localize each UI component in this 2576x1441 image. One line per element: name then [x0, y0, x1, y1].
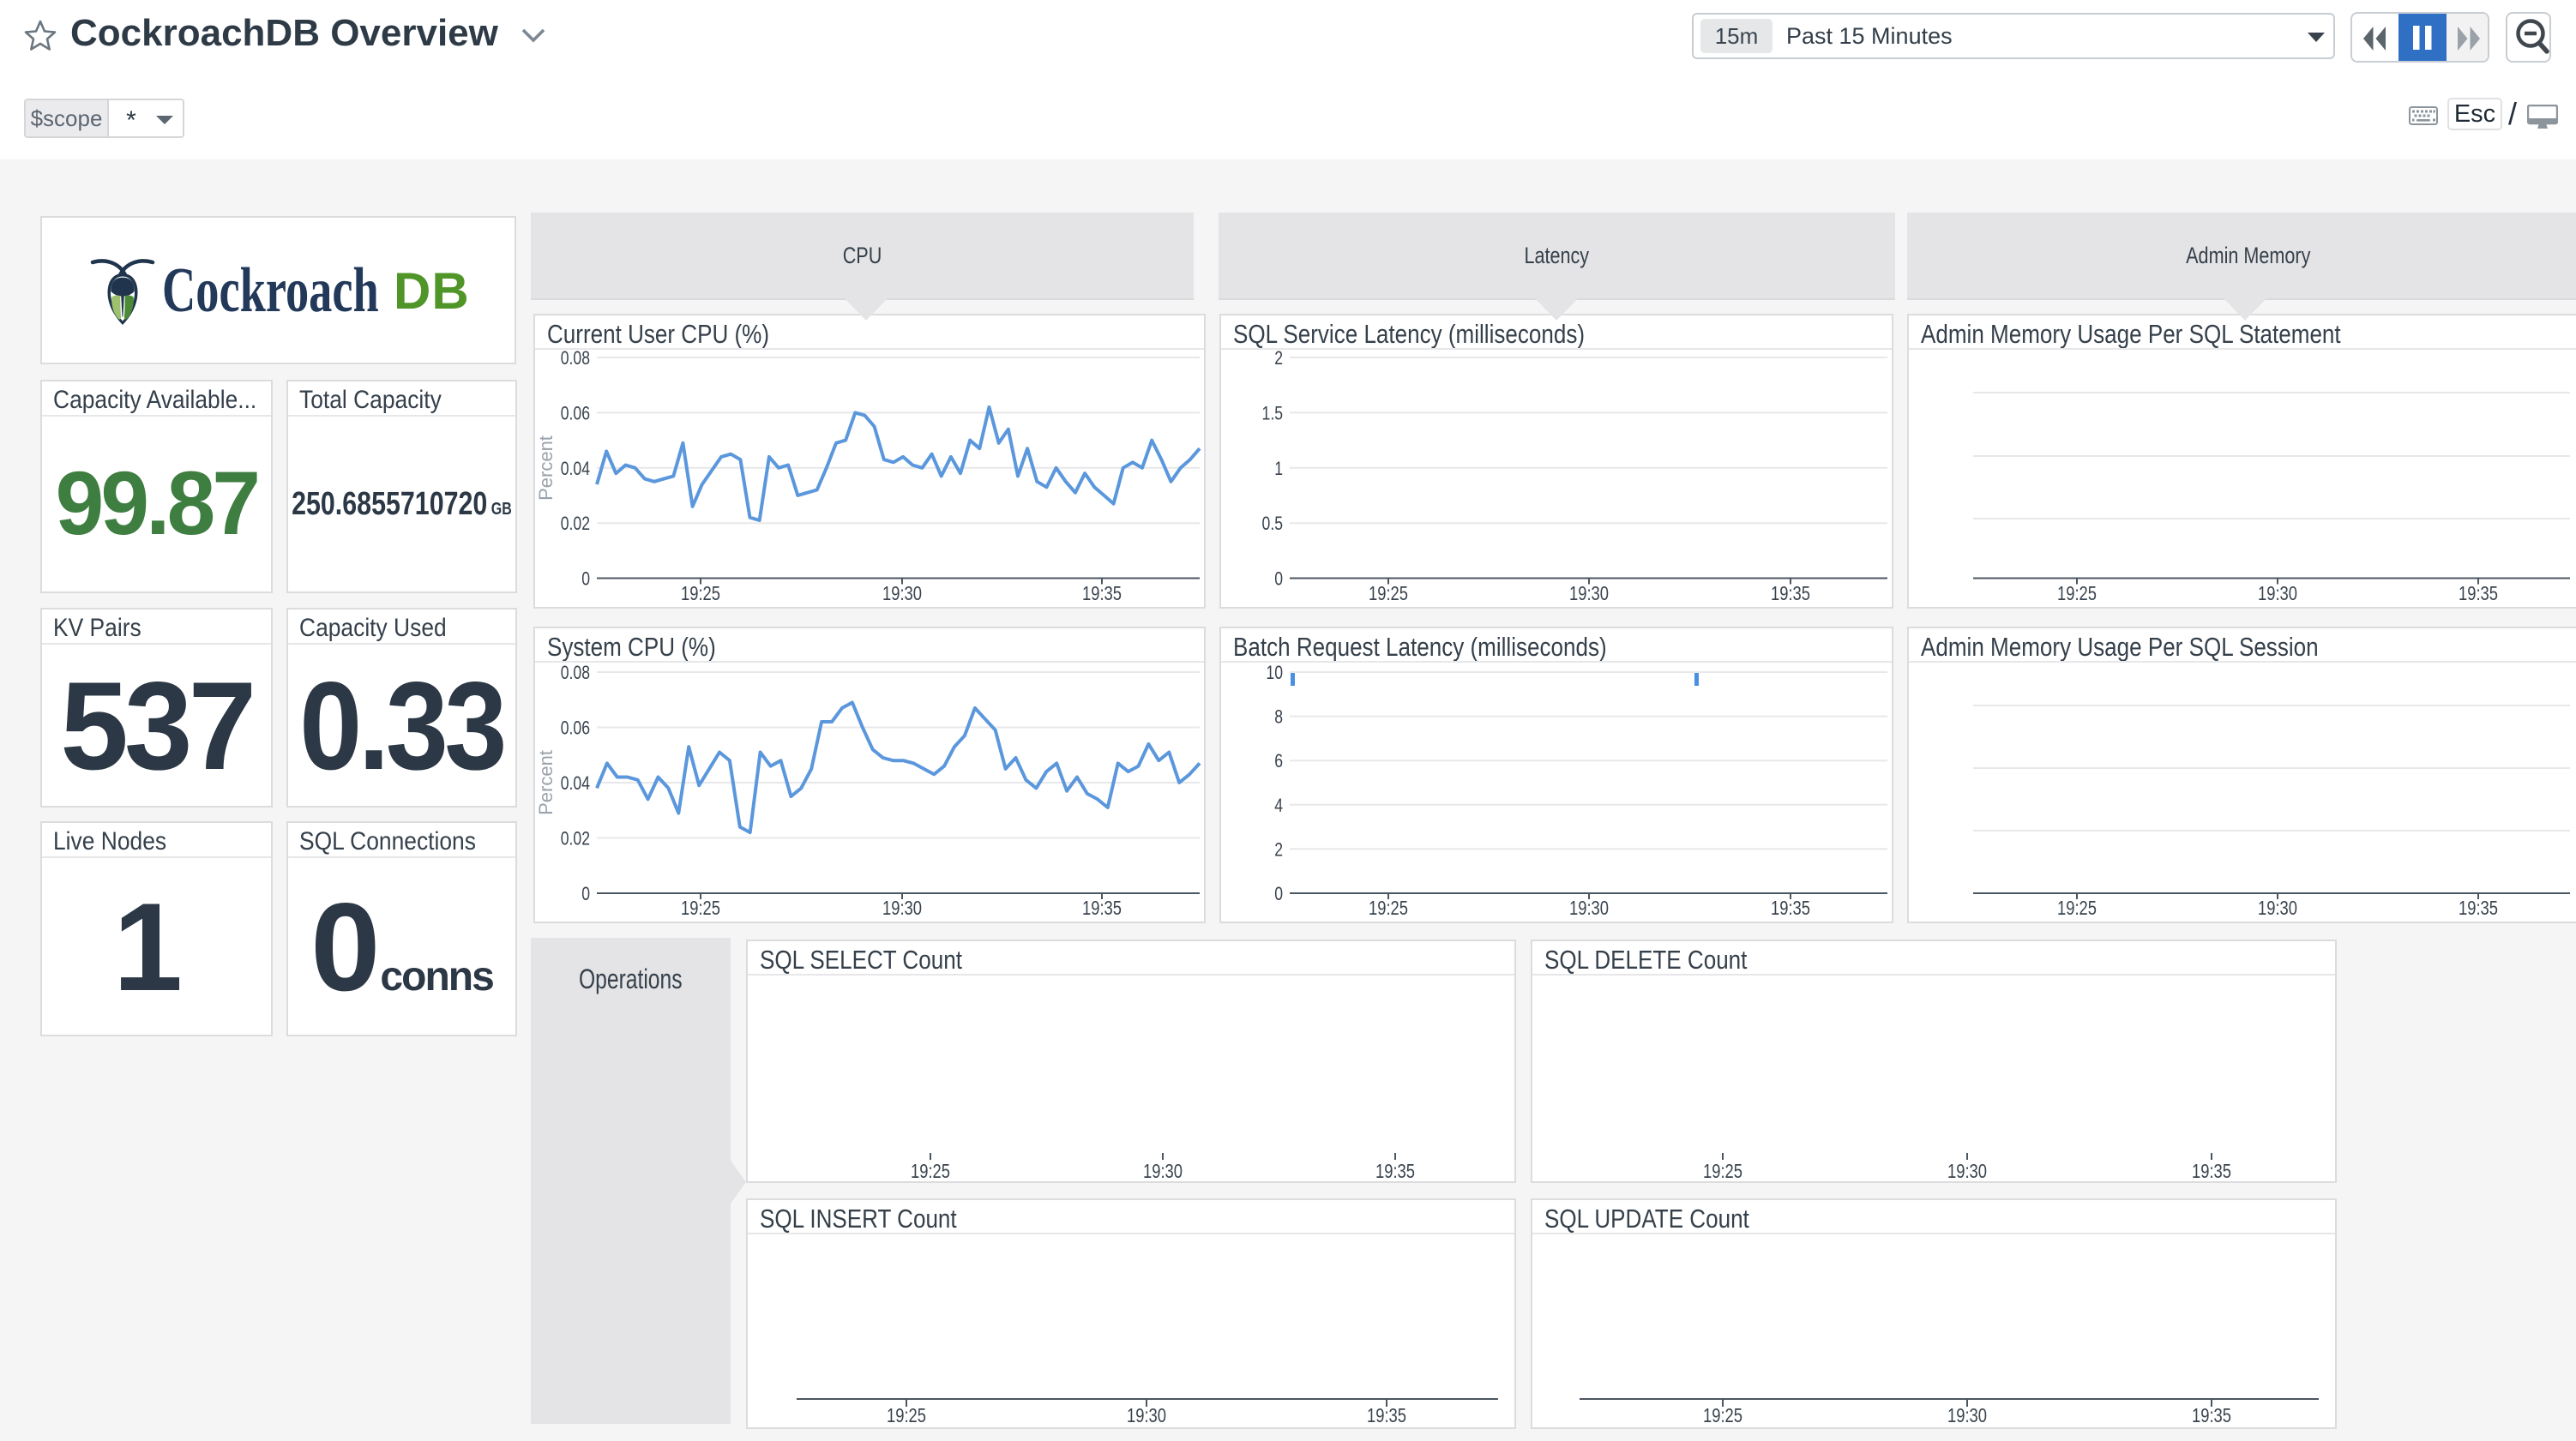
- svg-text:Percent: Percent: [535, 750, 557, 815]
- svg-text:0: 0: [581, 884, 590, 904]
- svg-text:19:35: 19:35: [1082, 583, 1122, 604]
- svg-text:DB: DB: [394, 262, 470, 320]
- svg-text:19:25: 19:25: [2057, 583, 2097, 604]
- svg-text:0.02: 0.02: [561, 829, 590, 850]
- svg-text:19:30: 19:30: [1569, 583, 1609, 604]
- svg-text:19:35: 19:35: [1367, 1405, 1406, 1426]
- svg-text:19:25: 19:25: [681, 583, 720, 604]
- svg-text:0.08: 0.08: [561, 348, 590, 369]
- svg-text:19:30: 19:30: [882, 583, 922, 604]
- svg-text:19:30: 19:30: [1947, 1405, 1987, 1426]
- svg-text:19:30: 19:30: [882, 898, 922, 919]
- svg-text:8: 8: [1274, 707, 1283, 728]
- svg-text:0.08: 0.08: [561, 663, 590, 683]
- svg-text:19:35: 19:35: [2459, 583, 2498, 604]
- svg-text:0.06: 0.06: [561, 404, 590, 424]
- svg-text:19:25: 19:25: [1369, 898, 1408, 919]
- svg-text:1: 1: [1274, 459, 1283, 479]
- svg-text:4: 4: [1274, 796, 1283, 816]
- svg-text:Cockroach: Cockroach: [162, 257, 379, 326]
- svg-text:19:25: 19:25: [1703, 1161, 1742, 1182]
- svg-text:6: 6: [1274, 751, 1283, 772]
- svg-text:19:25: 19:25: [681, 898, 720, 919]
- svg-text:19:35: 19:35: [1082, 898, 1122, 919]
- svg-text:19:25: 19:25: [2057, 898, 2097, 919]
- svg-text:19:30: 19:30: [1569, 898, 1609, 919]
- svg-text:19:35: 19:35: [2459, 898, 2498, 919]
- svg-text:19:35: 19:35: [2192, 1405, 2231, 1426]
- svg-text:19:25: 19:25: [887, 1405, 926, 1426]
- svg-text:0.06: 0.06: [561, 718, 590, 739]
- svg-text:19:25: 19:25: [1703, 1405, 1742, 1426]
- svg-text:19:30: 19:30: [2258, 583, 2297, 604]
- svg-text:19:30: 19:30: [2258, 898, 2297, 919]
- svg-text:2: 2: [1274, 840, 1283, 861]
- svg-text:19:30: 19:30: [1143, 1161, 1183, 1182]
- svg-text:Percent: Percent: [535, 435, 557, 501]
- svg-text:19:25: 19:25: [1369, 583, 1408, 604]
- svg-text:19:25: 19:25: [911, 1161, 950, 1182]
- svg-text:0.04: 0.04: [561, 459, 590, 479]
- svg-text:19:35: 19:35: [1771, 583, 1810, 604]
- svg-text:19:30: 19:30: [1947, 1161, 1987, 1182]
- svg-text:0: 0: [581, 569, 590, 590]
- svg-text:19:35: 19:35: [1771, 898, 1810, 919]
- svg-text:1.5: 1.5: [1262, 404, 1283, 424]
- svg-text:0: 0: [1274, 569, 1283, 590]
- svg-text:0.04: 0.04: [561, 773, 590, 794]
- svg-text:0: 0: [1274, 884, 1283, 904]
- svg-text:19:30: 19:30: [1127, 1405, 1166, 1426]
- svg-text:0.02: 0.02: [561, 513, 590, 534]
- svg-text:19:35: 19:35: [1375, 1161, 1415, 1182]
- svg-text:2: 2: [1274, 348, 1283, 369]
- svg-text:19:35: 19:35: [2192, 1161, 2231, 1182]
- svg-text:10: 10: [1266, 663, 1283, 683]
- svg-text:0.5: 0.5: [1262, 513, 1283, 534]
